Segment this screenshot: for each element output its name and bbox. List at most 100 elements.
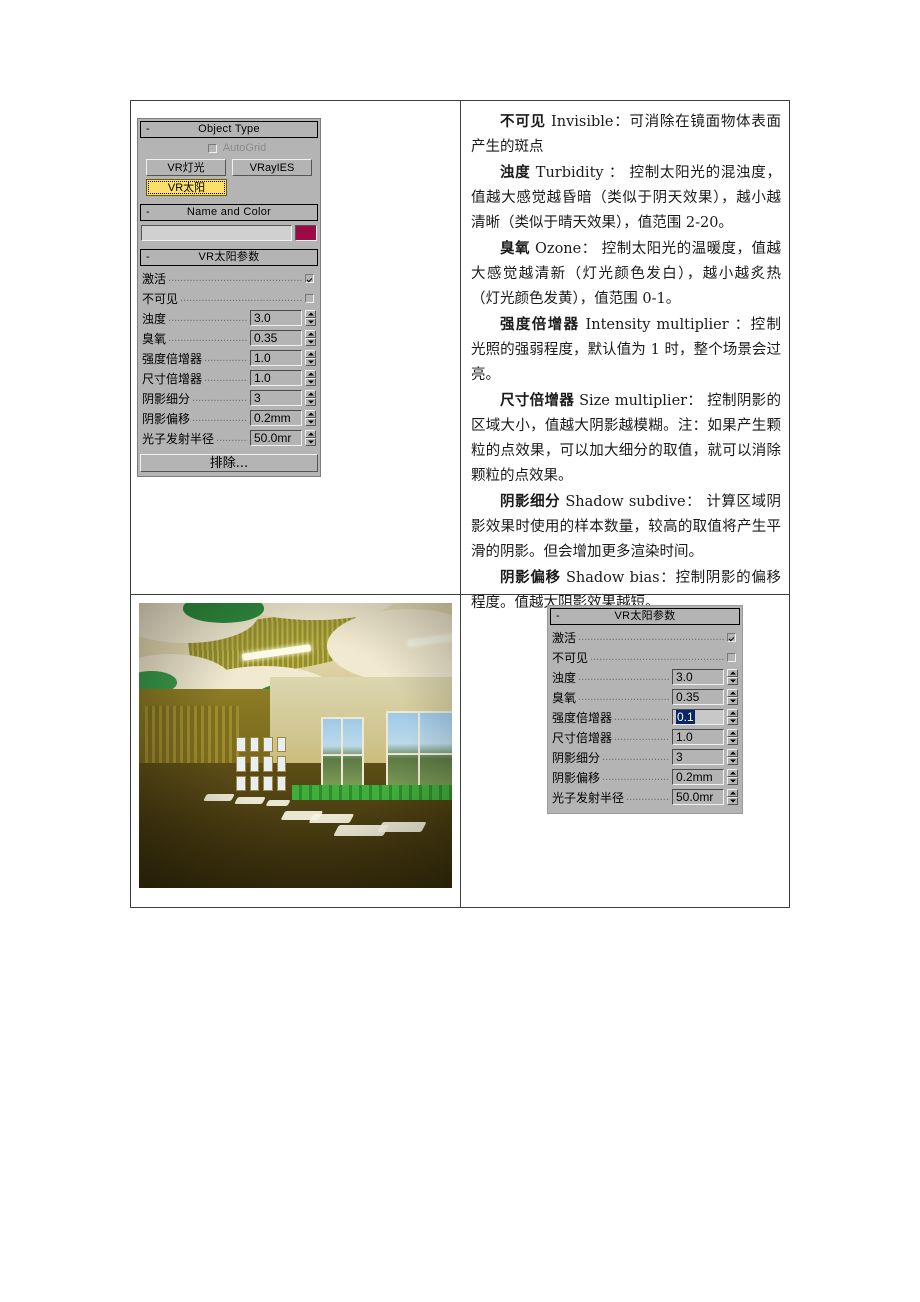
dot-leader: ........................................… [168,312,248,324]
spinner-up-icon[interactable] [727,669,738,677]
param-row: 不可见.....................................… [142,288,316,308]
spinner-control[interactable] [727,789,738,805]
spinner-down-icon[interactable] [727,737,738,745]
vr-sun-params-panel: - VR太阳参数 激活.............................… [547,605,743,814]
rollup-object-type[interactable]: - Object Type [140,121,318,138]
spinner-up-icon[interactable] [727,789,738,797]
spinner-up-icon[interactable] [305,310,316,318]
param-value-field[interactable]: 3 [672,749,724,765]
spinner-down-icon[interactable] [305,418,316,426]
spinner-down-icon[interactable] [305,378,316,386]
param-checkbox[interactable] [727,632,736,642]
spinner-control[interactable] [305,410,316,426]
param-label: 光子发射半径 [552,790,625,805]
vr-sun-button[interactable]: VR太阳 [146,179,227,196]
param-value-field[interactable]: 1.0 [672,729,724,745]
param-label: 尺寸倍增器 [142,371,203,386]
spinner-up-icon[interactable] [305,410,316,418]
vr-sun-params-body-2: 激活......................................… [548,625,742,809]
spinner-control[interactable] [727,729,738,745]
param-row: 阴影偏移....................................… [552,767,738,787]
spinner-control[interactable] [305,330,316,346]
param-value-field[interactable]: 0.35 [250,330,302,346]
rollup-vr-sun-params[interactable]: - VR太阳参数 [140,249,318,266]
spinner-down-icon[interactable] [305,438,316,446]
spinner-down-icon[interactable] [305,398,316,406]
param-value-field[interactable]: 0.35 [672,689,724,705]
spinner-down-icon[interactable] [727,777,738,785]
spinner-down-icon[interactable] [727,797,738,805]
rollup-vr-sun-params[interactable]: - VR太阳参数 [550,608,740,625]
param-checkbox[interactable] [305,273,314,283]
autogrid-row[interactable]: AutoGrid [142,140,316,156]
spinner-up-icon[interactable] [727,749,738,757]
paragraph-intensity-multiplier: 强度倍增器 Intensity multiplier ：控制光照的强弱程度，默认… [471,312,781,388]
spinner-down-icon[interactable] [305,358,316,366]
collapse-minus-icon[interactable]: - [146,122,150,137]
spinner-down-icon[interactable] [727,757,738,765]
spinner-control[interactable] [305,370,316,386]
collapse-minus-icon[interactable]: - [146,250,150,265]
param-value-field[interactable]: 3.0 [672,669,724,685]
spinner-up-icon[interactable] [305,330,316,338]
dot-leader: ........................................… [192,392,248,404]
spinner-control[interactable] [305,390,316,406]
param-value-field[interactable]: 0.2mm [250,410,302,426]
param-row: 强度倍增器...................................… [552,707,738,727]
spinner-down-icon[interactable] [305,318,316,326]
spinner-down-icon[interactable] [305,338,316,346]
param-value-field[interactable]: 50.0mr [250,430,302,446]
paragraph-turbidity: 浊度 Turbidity ： 控制太阳光的混浊度，值越大感觉越昏暗（类似于阴天效… [471,160,781,236]
spinner-control[interactable] [727,749,738,765]
param-value-field[interactable]: 1.0 [250,350,302,366]
collapse-minus-icon[interactable]: - [146,205,150,220]
vray-ies-button[interactable]: VRayIES [232,159,312,176]
spinner-down-icon[interactable] [727,697,738,705]
paragraph-invisible: 不可见 Invisible：可消除在镜面物体表面产生的斑点 [471,109,781,160]
vr-light-button[interactable]: VR灯光 [146,159,226,176]
spinner-control[interactable] [727,769,738,785]
table-cell-render [131,595,460,907]
dot-leader: ........................................… [578,691,670,703]
spinner-up-icon[interactable] [727,709,738,717]
spinner-down-icon[interactable] [727,717,738,725]
param-value-field[interactable]: 3 [250,390,302,406]
collapse-minus-icon[interactable]: - [556,609,560,624]
param-value-field[interactable]: 0.1 [672,709,724,725]
spinner-up-icon[interactable] [727,729,738,737]
spinner-control[interactable] [305,430,316,446]
spinner-control[interactable] [727,669,738,685]
param-value-field[interactable]: 1.0 [250,370,302,386]
spinner-up-icon[interactable] [305,350,316,358]
spinner-up-icon[interactable] [305,370,316,378]
param-value-field[interactable]: 50.0mr [672,789,724,805]
spinner-control[interactable] [727,689,738,705]
object-name-input[interactable] [141,225,292,241]
param-label: 强度倍增器 [142,351,203,366]
spinner-up-icon[interactable] [727,689,738,697]
table-row: - VR太阳参数 激活.............................… [131,594,789,907]
spinner-up-icon[interactable] [727,769,738,777]
param-checkbox[interactable] [305,293,314,303]
param-row: 阴影偏移....................................… [142,408,316,428]
exclude-button[interactable]: 排除... [140,454,318,472]
object-color-swatch[interactable] [295,225,317,241]
spinner-control[interactable] [305,350,316,366]
param-value-field[interactable]: 3.0 [250,310,302,326]
autogrid-checkbox[interactable] [207,143,217,153]
object-type-button-row-2: VR太阳 [142,176,316,196]
spinner-up-icon[interactable] [305,390,316,398]
description-text: 不可见 Invisible：可消除在镜面物体表面产生的斑点 浊度 Turbidi… [461,101,789,622]
param-label: 阴影偏移 [142,411,191,426]
spinner-control[interactable] [305,310,316,326]
dot-leader: ........................................… [614,731,670,743]
spinner-down-icon[interactable] [727,677,738,685]
spinner-control[interactable] [727,709,738,725]
dot-leader: ........................................… [168,332,248,344]
vr-sun-params-body: 激活......................................… [138,266,320,450]
rollup-name-and-color[interactable]: - Name and Color [140,204,318,221]
param-checkbox[interactable] [727,652,736,662]
param-value-field[interactable]: 0.2mm [672,769,724,785]
spinner-up-icon[interactable] [305,430,316,438]
rollup-title: VR太阳参数 [614,610,676,622]
